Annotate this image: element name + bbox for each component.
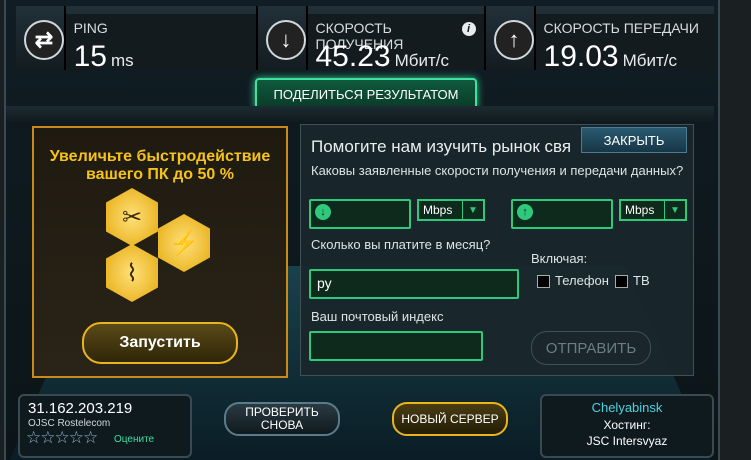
speed-icon: ⚡ (158, 214, 210, 272)
host-name: JSC Intersvyaz (586, 434, 668, 448)
promo-panel: Увеличьте быстродействие вашего ПК до 50… (32, 126, 288, 378)
pay-prefix: ру (317, 275, 332, 291)
new-server-button[interactable]: НОВЫЙ СЕРВЕР (392, 402, 508, 436)
upload-value-box: СКОРОСТЬ ПЕРЕДАЧИ 19.03 Мбит/с (535, 14, 716, 73)
server-panel: Chelyabinsk Хостинг: JSC Intersvyaz (540, 394, 714, 458)
ping-value: 15 ms (73, 40, 134, 73)
speed-question: Каковы заявленные скорости получения и п… (311, 163, 684, 178)
ping-stat: ⇄ (16, 6, 66, 70)
download-speed-input[interactable]: ↓ (309, 199, 411, 229)
divider-band (6, 106, 714, 124)
pay-question: Сколько вы платите в месяц? (311, 237, 491, 252)
upload-stat: ↑ (485, 6, 536, 70)
ping-label: PING (73, 20, 108, 36)
upload-value: 19.03 Мбит/с (543, 40, 678, 73)
zip-input[interactable] (309, 331, 483, 361)
send-button[interactable]: ОТПРАВИТЬ (531, 331, 651, 365)
download-stat: ↓ (257, 6, 308, 70)
info-icon[interactable]: i (461, 22, 476, 36)
upload-arrow-icon: ↑ (517, 204, 533, 220)
server-city: Chelyabinsk (591, 400, 663, 415)
download-value: 45.23 Мбит/с (315, 40, 449, 73)
including-label: Включая: (531, 251, 588, 266)
upload-panel: СКОРОСТЬ ПЕРЕДАЧИ 19.03 Мбит/с (535, 6, 716, 73)
upload-speed-input[interactable]: ↑ (511, 199, 613, 229)
isp-panel: 31.162.203.219 OJSC Rostelecom ☆☆☆☆☆ Оце… (18, 394, 192, 458)
chevron-down-icon: ▼ (664, 201, 685, 219)
promo-title-line1: Увеличьте быстродействие (49, 148, 271, 165)
ping-panel: PING 15 ms (65, 6, 258, 73)
download-panel: СКОРОСТЬ ПОЛУЧЕНИЯ i 45.23 Мбит/с (307, 6, 486, 73)
upload-unit: Мбит/с (622, 51, 678, 70)
stats-bar: ⇄ PING 15 ms ↓ СКОРОСТЬ ПОЛУЧЕНИЯ i 45.23… (16, 6, 716, 73)
download-unit: Мбит/с (394, 51, 449, 70)
upload-unit-select[interactable]: Mbps ▼ (619, 199, 687, 221)
chevron-down-icon: ▼ (462, 201, 483, 219)
promo-title-line2: вашего ПК до 50 % (86, 166, 234, 183)
run-button[interactable]: Запустить (82, 322, 238, 364)
pay-input[interactable]: ру (309, 269, 519, 299)
tv-checkbox[interactable] (615, 275, 628, 288)
tools-icon: ✂ (106, 188, 158, 246)
download-arrow-icon: ↓ (315, 204, 331, 220)
ip-address: 31.162.203.219 (28, 400, 133, 417)
broom-icon: ⌇ (106, 244, 158, 302)
ping-unit: ms (110, 51, 134, 70)
download-unit-value: Mbps (423, 203, 453, 217)
ping-value-box: PING 15 ms (65, 14, 256, 73)
download-arrow-icon: ↓ (265, 20, 306, 60)
rate-label: Оцените (114, 434, 155, 445)
download-value-box: СКОРОСТЬ ПОЛУЧЕНИЯ i 45.23 Мбит/с (307, 14, 484, 73)
download-unit-select[interactable]: Mbps ▼ (417, 199, 485, 221)
upload-arrow-icon: ↑ (493, 20, 534, 60)
retest-button[interactable]: ПРОВЕРИТЬ СНОВА (224, 402, 340, 436)
upload-unit-value: Mbps (625, 203, 655, 217)
tv-label: ТВ (633, 273, 650, 288)
survey-title: Помогите нам изучить рынок свя (311, 137, 572, 156)
upload-label: СКОРОСТЬ ПЕРЕДАЧИ (543, 20, 699, 36)
survey-panel: Помогите нам изучить рынок свя ЗАКРЫТЬ К… (300, 124, 694, 376)
close-button[interactable]: ЗАКРЫТЬ (581, 127, 687, 153)
zip-question: Ваш почтовый индекс (311, 309, 444, 324)
rating-stars[interactable]: ☆☆☆☆☆ (26, 428, 98, 448)
phone-label: Телефон (555, 273, 609, 288)
ping-icon: ⇄ (24, 20, 64, 60)
promo-title: Увеличьте быстродействие вашего ПК до 50… (34, 148, 286, 184)
phone-checkbox[interactable] (537, 275, 550, 288)
hosting-label: Хостинг: (603, 418, 651, 432)
